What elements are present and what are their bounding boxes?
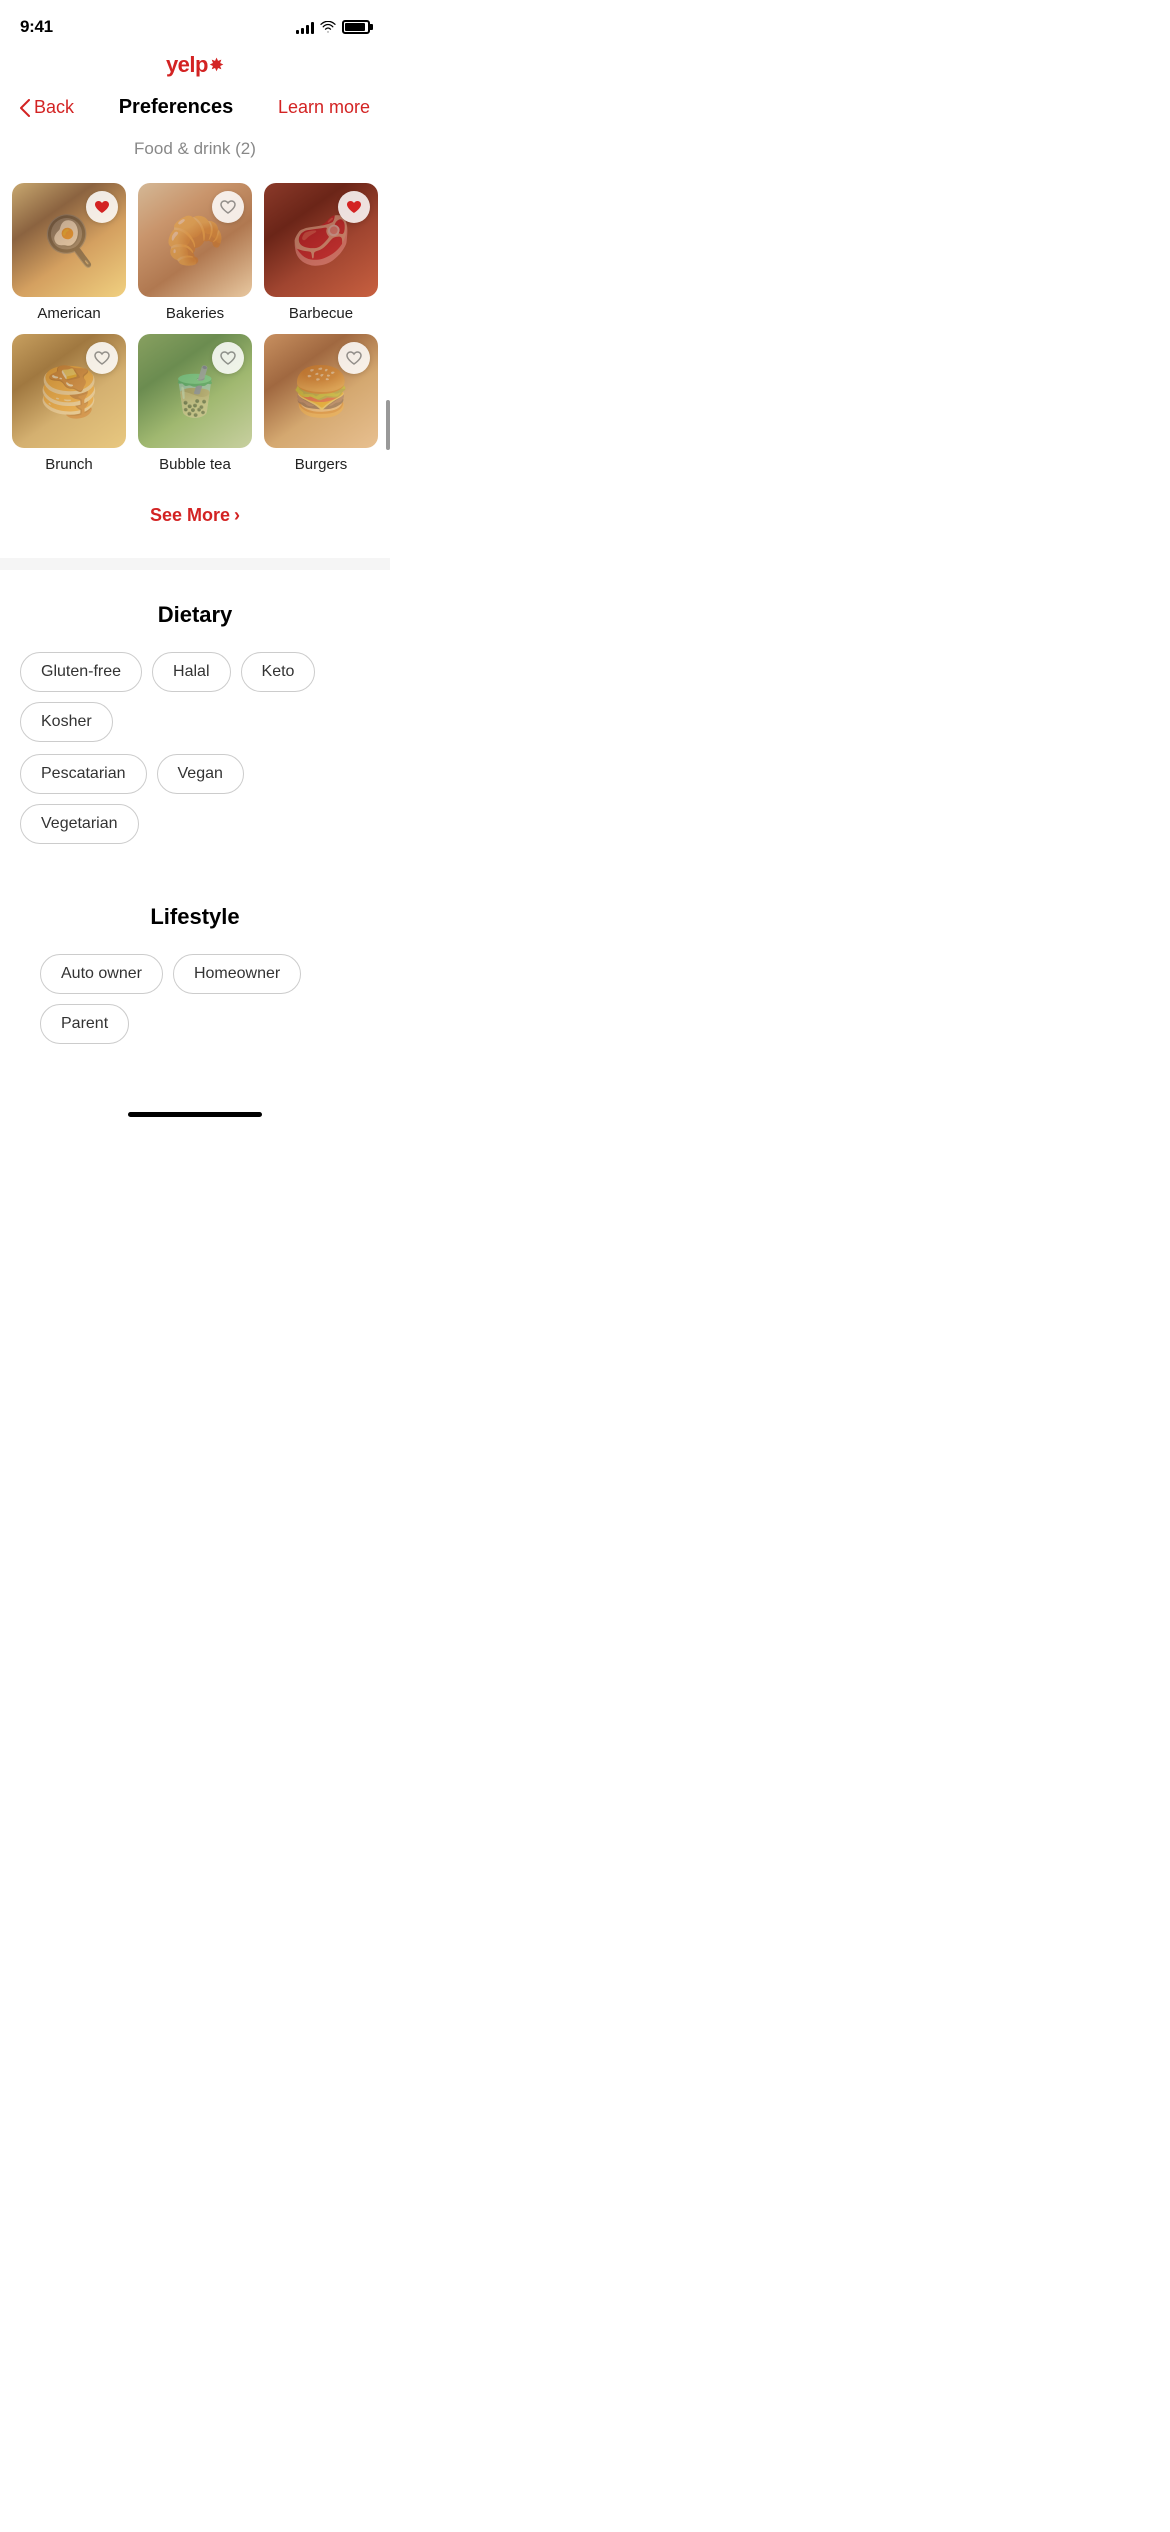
pill-vegetarian[interactable]: Vegetarian [20, 804, 139, 844]
page-title: Preferences [119, 96, 234, 119]
list-item: 🥞 Brunch [12, 334, 126, 473]
food-label-bubbletea: Bubble tea [159, 456, 231, 473]
heart-empty-icon-2 [94, 351, 110, 365]
heart-button-bakeries[interactable] [212, 191, 244, 223]
back-button[interactable]: Back [20, 97, 74, 118]
list-item: 🧋 Bubble tea [138, 334, 252, 473]
home-indicator [128, 1112, 262, 1117]
heart-button-bubbletea[interactable] [212, 342, 244, 374]
pill-pescatarian[interactable]: Pescatarian [20, 754, 147, 794]
pill-homeowner[interactable]: Homeowner [173, 954, 301, 994]
food-image-burgers[interactable]: 🍔 [264, 334, 378, 448]
heart-button-brunch[interactable] [86, 342, 118, 374]
list-item: 🥐 Bakeries [138, 183, 252, 322]
food-label-barbecue: Barbecue [289, 305, 353, 322]
heart-empty-icon [220, 200, 236, 214]
list-item: 🍔 Burgers [264, 334, 378, 473]
heart-button-barbecue[interactable] [338, 191, 370, 223]
heart-empty-icon-3 [220, 351, 236, 365]
dietary-section: Dietary Gluten-free Halal Keto Kosher Pe… [0, 570, 390, 880]
back-label: Back [34, 97, 74, 118]
chevron-left-icon [20, 99, 30, 117]
signal-bar-1 [296, 30, 299, 34]
battery-fill [345, 23, 365, 31]
yelp-logo: yelp [166, 52, 208, 78]
pill-parent[interactable]: Parent [40, 1004, 129, 1044]
dietary-section-title: Dietary [20, 602, 370, 628]
home-indicator-area [0, 1096, 390, 1137]
food-subtitle-text: Food & drink (2) [134, 139, 256, 158]
lifestyle-section-title: Lifestyle [20, 904, 370, 930]
yelp-logo-area: yelp ✸ [0, 48, 390, 88]
food-image-brunch[interactable]: 🥞 [12, 334, 126, 448]
food-image-bakeries[interactable]: 🥐 [138, 183, 252, 297]
food-label-bakeries: Bakeries [166, 305, 224, 322]
status-bar: 9:41 [0, 0, 390, 48]
status-icons [296, 20, 370, 34]
food-section-subtitle: Food & drink (2) [0, 131, 390, 175]
yelp-burst-icon: ✸ [209, 55, 224, 76]
lifestyle-section: Lifestyle Auto owner Homeowner Parent [0, 880, 390, 1096]
heart-filled-icon-2 [346, 200, 362, 214]
pill-kosher[interactable]: Kosher [20, 702, 113, 742]
lifestyle-pills-row: Auto owner Homeowner Parent [20, 954, 370, 1068]
wifi-icon [320, 21, 336, 33]
pill-halal[interactable]: Halal [152, 652, 230, 692]
signal-bar-2 [301, 28, 304, 34]
signal-bar-3 [306, 25, 309, 34]
section-divider [0, 558, 390, 570]
scrollbar[interactable] [386, 400, 390, 450]
nav-bar: Back Preferences Learn more [0, 88, 390, 131]
see-more-section: See More › [0, 489, 390, 558]
food-label-burgers: Burgers [295, 456, 348, 473]
list-item: 🥩 Barbecue [264, 183, 378, 322]
food-image-bubbletea[interactable]: 🧋 [138, 334, 252, 448]
pill-auto-owner[interactable]: Auto owner [40, 954, 163, 994]
chevron-right-icon: › [234, 505, 240, 526]
heart-button-burgers[interactable] [338, 342, 370, 374]
pill-vegan[interactable]: Vegan [157, 754, 244, 794]
status-time: 9:41 [20, 17, 53, 37]
list-item: 🍳 American [12, 183, 126, 322]
food-image-american[interactable]: 🍳 [12, 183, 126, 297]
signal-bar-4 [311, 22, 314, 34]
heart-empty-icon-4 [346, 351, 362, 365]
pill-keto[interactable]: Keto [241, 652, 316, 692]
food-label-brunch: Brunch [45, 456, 93, 473]
food-grid: 🍳 American 🥐 Bakeries 🥩 [0, 175, 390, 489]
battery-icon [342, 20, 370, 34]
signal-icon [296, 20, 314, 34]
pill-gluten-free[interactable]: Gluten-free [20, 652, 142, 692]
see-more-button[interactable]: See More › [150, 505, 240, 526]
heart-button-american[interactable] [86, 191, 118, 223]
heart-filled-icon [94, 200, 110, 214]
dietary-pills-row-2: Pescatarian Vegan Vegetarian [20, 754, 370, 844]
food-label-american: American [37, 305, 100, 322]
learn-more-button[interactable]: Learn more [278, 97, 370, 118]
dietary-pills-row-1: Gluten-free Halal Keto Kosher [20, 652, 370, 742]
see-more-label: See More [150, 505, 230, 526]
food-image-barbecue[interactable]: 🥩 [264, 183, 378, 297]
